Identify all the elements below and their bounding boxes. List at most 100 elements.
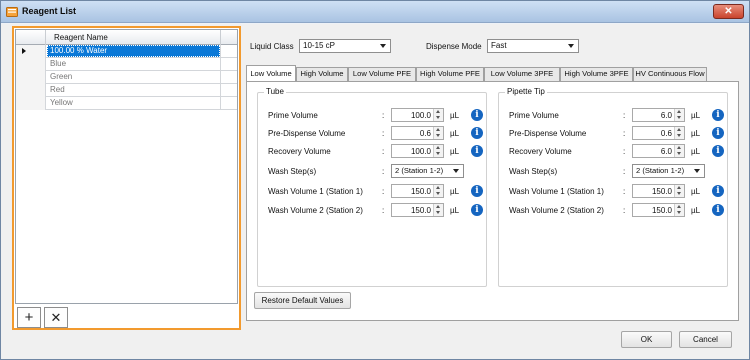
spin-buttons[interactable] bbox=[433, 185, 443, 197]
row-selector[interactable] bbox=[16, 97, 46, 110]
spin-up-icon[interactable] bbox=[436, 186, 440, 189]
spin-buttons[interactable] bbox=[433, 127, 443, 139]
spin-buttons[interactable] bbox=[674, 145, 684, 157]
spin-down-icon[interactable] bbox=[436, 116, 440, 119]
tube-wash-volume-2-station-2-value: 150.0 bbox=[410, 206, 431, 215]
spin-down-icon[interactable] bbox=[677, 116, 681, 119]
cancel-button[interactable]: Cancel bbox=[679, 331, 732, 348]
reagent-name-cell[interactable]: 100.00 % Water bbox=[47, 45, 220, 57]
restore-default-values-button[interactable]: Restore Default Values bbox=[254, 292, 351, 309]
table-row[interactable]: Green bbox=[16, 71, 237, 84]
remove-reagent-button[interactable]: ✕ bbox=[44, 307, 68, 328]
spin-down-icon[interactable] bbox=[677, 152, 681, 155]
tip-pre-dispense-volume-value: 0.6 bbox=[660, 129, 672, 138]
row-selector[interactable] bbox=[16, 45, 46, 58]
spin-up-icon[interactable] bbox=[677, 110, 681, 113]
spin-buttons[interactable] bbox=[674, 127, 684, 139]
reagent-name-cell[interactable]: Blue bbox=[47, 58, 220, 70]
extra-cell bbox=[220, 45, 237, 58]
info-icon[interactable]: i bbox=[712, 127, 724, 139]
tube-wash-step-s-row: Wash Step(s): 2 (Station 1-2) bbox=[258, 164, 488, 180]
spin-buttons[interactable] bbox=[433, 145, 443, 157]
reagent-name-cell[interactable]: Red bbox=[47, 84, 220, 96]
spin-up-icon[interactable] bbox=[436, 128, 440, 131]
close-button[interactable]: ✕ bbox=[713, 4, 744, 19]
tab-high-volume-pfe[interactable]: High Volume PFE bbox=[416, 67, 484, 81]
table-row[interactable]: 100.00 % Water bbox=[16, 45, 237, 58]
spin-buttons[interactable] bbox=[433, 109, 443, 121]
row-selector[interactable] bbox=[16, 84, 46, 97]
info-icon[interactable]: i bbox=[471, 185, 483, 197]
tip-wash-volume-1-station-1-stepper[interactable]: 150.0 bbox=[632, 184, 685, 198]
tube-wash-volume-1-station-1-stepper[interactable]: 150.0 bbox=[391, 184, 444, 198]
spin-up-icon[interactable] bbox=[677, 128, 681, 131]
unit-label: µL bbox=[691, 129, 701, 138]
dispense-mode-select[interactable]: Fast bbox=[487, 39, 579, 53]
colon-separator: : bbox=[382, 187, 385, 196]
tube-prime-volume-value: 100.0 bbox=[410, 111, 431, 120]
info-icon[interactable]: i bbox=[712, 204, 724, 216]
reagent-name-cell[interactable]: Green bbox=[47, 71, 220, 83]
tube-wash-steps-select[interactable]: 2 (Station 1-2) bbox=[391, 164, 464, 178]
spin-buttons[interactable] bbox=[674, 185, 684, 197]
tab-high-volume-3pfe[interactable]: High Volume 3PFE bbox=[560, 67, 633, 81]
spin-down-icon[interactable] bbox=[677, 134, 681, 137]
chevron-down-icon bbox=[380, 44, 386, 48]
table-row[interactable]: Yellow bbox=[16, 97, 237, 110]
spin-up-icon[interactable] bbox=[677, 186, 681, 189]
tab-high-volume[interactable]: High Volume bbox=[296, 67, 348, 81]
spin-down-icon[interactable] bbox=[436, 134, 440, 137]
spin-down-icon[interactable] bbox=[677, 192, 681, 195]
tab-low-volume[interactable]: Low Volume bbox=[246, 65, 296, 82]
info-icon[interactable]: i bbox=[712, 185, 724, 197]
spin-buttons[interactable] bbox=[674, 109, 684, 121]
add-reagent-button[interactable]: + bbox=[17, 307, 41, 328]
spin-up-icon[interactable] bbox=[436, 205, 440, 208]
chevron-down-icon bbox=[453, 169, 459, 173]
tip-prime-volume-stepper[interactable]: 6.0 bbox=[632, 108, 685, 122]
row-selector-header bbox=[16, 30, 46, 45]
reagent-name-column-header[interactable]: Reagent Name bbox=[54, 33, 108, 42]
extra-cell bbox=[220, 58, 237, 71]
spin-up-icon[interactable] bbox=[436, 110, 440, 113]
tab-hv-continuous-flow[interactable]: HV Continuous Flow bbox=[633, 67, 707, 81]
info-icon[interactable]: i bbox=[712, 145, 724, 157]
tube-recovery-volume-stepper[interactable]: 100.0 bbox=[391, 144, 444, 158]
tip-wash-volume-2-station-2-stepper[interactable]: 150.0 bbox=[632, 203, 685, 217]
spin-up-icon[interactable] bbox=[677, 205, 681, 208]
info-icon[interactable]: i bbox=[471, 204, 483, 216]
spin-down-icon[interactable] bbox=[436, 152, 440, 155]
table-row[interactable]: Blue bbox=[16, 58, 237, 71]
spin-down-icon[interactable] bbox=[677, 211, 681, 214]
info-icon[interactable]: i bbox=[471, 127, 483, 139]
info-icon[interactable]: i bbox=[471, 145, 483, 157]
reagent-name-cell[interactable]: Yellow bbox=[47, 97, 220, 109]
tip-wash-steps-select[interactable]: 2 (Station 1-2) bbox=[632, 164, 705, 178]
spin-up-icon[interactable] bbox=[677, 146, 681, 149]
tab-low-volume-3pfe[interactable]: Low Volume 3PFE bbox=[484, 67, 560, 81]
info-icon[interactable]: i bbox=[712, 109, 724, 121]
spin-down-icon[interactable] bbox=[436, 192, 440, 195]
tube-prime-volume-stepper[interactable]: 100.0 bbox=[391, 108, 444, 122]
tip-pre-dispense-volume-stepper[interactable]: 0.6 bbox=[632, 126, 685, 140]
tip-prime-volume-value: 6.0 bbox=[660, 111, 672, 120]
row-selector[interactable] bbox=[16, 71, 46, 84]
tube-wash-volume-2-station-2-row: Wash Volume 2 (Station 2): 150.0 µL i bbox=[258, 203, 488, 219]
info-icon[interactable]: i bbox=[471, 109, 483, 121]
tube-pre-dispense-volume-stepper[interactable]: 0.6 bbox=[391, 126, 444, 140]
spin-up-icon[interactable] bbox=[436, 146, 440, 149]
unit-label: µL bbox=[450, 129, 460, 138]
tip-wash-volume-1-station-1-value: 150.0 bbox=[651, 187, 672, 196]
tab-low-volume-pfe[interactable]: Low Volume PFE bbox=[348, 67, 416, 81]
tube-wash-volume-2-station-2-stepper[interactable]: 150.0 bbox=[391, 203, 444, 217]
tip-recovery-volume-stepper[interactable]: 6.0 bbox=[632, 144, 685, 158]
row-selector[interactable] bbox=[16, 58, 46, 71]
liquid-class-select[interactable]: 10-15 cP bbox=[299, 39, 391, 53]
table-row[interactable]: Red bbox=[16, 84, 237, 97]
reagent-grid[interactable]: Reagent Name 100.00 % Water Blue Green Red Y… bbox=[15, 29, 238, 304]
spin-buttons[interactable] bbox=[674, 204, 684, 216]
tube-prime-volume-row: Prime Volume: 100.0 µL i bbox=[258, 108, 488, 124]
spin-buttons[interactable] bbox=[433, 204, 443, 216]
ok-button[interactable]: OK bbox=[621, 331, 672, 348]
spin-down-icon[interactable] bbox=[436, 211, 440, 214]
